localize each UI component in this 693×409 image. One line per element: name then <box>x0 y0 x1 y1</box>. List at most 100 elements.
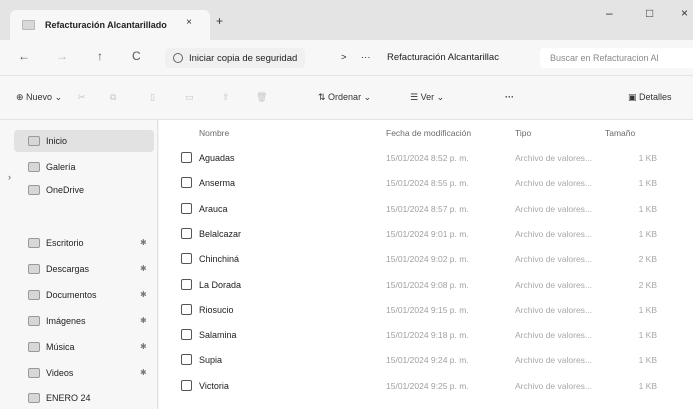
delete-icon[interactable]: 🗑 <box>256 92 267 103</box>
file-type: Archivo de valores... <box>515 153 593 163</box>
pin-icon: ✱ <box>140 290 147 299</box>
plus-circle-icon: ⊕ <box>16 92 27 102</box>
file-date: 15/01/2024 9:08 p. m. <box>386 279 469 290</box>
nav-item-descargas[interactable]: Descargas <box>28 264 89 274</box>
music-icon <box>28 342 40 352</box>
file-size: 1 KB <box>638 203 657 214</box>
file-date: 15/01/2024 8:55 p. m. <box>386 178 469 189</box>
file-date: 15/01/2024 8:57 p. m. <box>386 203 469 214</box>
file-name: Chinchiná <box>199 254 240 265</box>
nav-item-videos[interactable]: Videos <box>28 368 73 378</box>
rename-icon[interactable]: ▭ <box>185 92 194 103</box>
table-row[interactable]: Arauca 15/01/2024 8:57 p. m. Archivo de va… <box>159 197 693 222</box>
folder-icon <box>28 393 40 403</box>
config-file-icon <box>181 278 192 290</box>
table-row[interactable]: Supia 15/01/2024 9:24 p. m. Archivo de val… <box>159 348 693 373</box>
file-type: Archivo de valores... <box>515 254 593 265</box>
pin-icon: ✱ <box>140 368 147 377</box>
desktop-icon <box>28 238 40 248</box>
file-date: 15/01/2024 9:25 p. m. <box>386 380 469 391</box>
file-type: Archivo de valores... <box>515 380 593 391</box>
table-row[interactable]: Anserma 15/01/2024 8:55 p. m. Archivo de v… <box>159 171 693 196</box>
tab-refacturacion[interactable]: Refacturación Alcantarillado × <box>10 10 210 40</box>
minimize-button[interactable]: – <box>606 6 613 20</box>
nav-item-imagenes[interactable]: Imágenes <box>28 316 86 326</box>
backup-button[interactable]: Iniciar copia de seguridad <box>165 48 306 68</box>
new-button[interactable]: ⊕ Nuevo ⌄ <box>16 92 62 103</box>
table-row[interactable]: Victoria 15/01/2024 9:25 p. m. Archivo de … <box>159 374 693 399</box>
file-size: 1 KB <box>638 153 657 163</box>
more-options-button[interactable]: ··· <box>505 92 514 102</box>
file-size: 1 KB <box>638 228 657 239</box>
column-header-date[interactable]: Fecha de modificación <box>386 128 471 138</box>
file-name: La Dorada <box>199 279 242 290</box>
pin-icon: ✱ <box>140 316 147 325</box>
documents-icon <box>28 290 40 300</box>
details-pane-icon: ▣ <box>628 92 640 102</box>
close-tab-icon[interactable]: × <box>186 17 192 28</box>
nav-item-escritorio[interactable]: Escritorio <box>28 238 84 248</box>
config-file-icon <box>181 177 192 189</box>
copy-icon[interactable]: ⧉ <box>110 92 116 103</box>
table-row[interactable]: Riosucio 15/01/2024 9:15 p. m. Archivo de … <box>159 298 693 323</box>
breadcrumb-more[interactable]: ··· <box>361 52 371 63</box>
videos-icon <box>28 368 40 378</box>
file-size: 2 KB <box>638 254 657 265</box>
search-input[interactable]: Buscar en Refacturacion Al <box>540 48 693 68</box>
column-header-size[interactable]: Tamaño <box>605 128 635 138</box>
nav-item-galeria[interactable]: Galería <box>28 162 76 172</box>
forward-button[interactable]: → <box>56 49 68 63</box>
file-type: Archivo de valores... <box>515 203 593 214</box>
file-date: 15/01/2024 8:52 p. m. <box>386 153 469 163</box>
nav-item-inicio[interactable]: Inicio <box>28 136 67 146</box>
column-header-type[interactable]: Tipo <box>515 128 531 138</box>
file-name: Belalcazar <box>199 228 242 239</box>
navigation-pane: › Inicio Galería OneDrive Escritorio ✱ D… <box>0 120 158 409</box>
file-date: 15/01/2024 9:15 p. m. <box>386 304 469 315</box>
table-row[interactable]: Chinchiná 15/01/2024 9:02 p. m. Archivo de… <box>159 247 693 272</box>
expand-onedrive-chevron-icon[interactable]: › <box>8 172 11 182</box>
column-header-name[interactable]: Nombre <box>199 128 229 138</box>
pin-icon: ✱ <box>140 238 147 247</box>
home-icon <box>28 136 40 146</box>
file-date: 15/01/2024 9:18 p. m. <box>386 330 469 341</box>
sort-icon: ⇅ <box>318 92 329 102</box>
address-bar: ← → ↑ C Iniciar copia de seguridad > ···… <box>0 40 693 76</box>
file-name: Arauca <box>199 203 228 214</box>
up-button[interactable]: ↑ <box>97 49 103 63</box>
breadcrumb-separator: > <box>341 52 347 63</box>
share-icon[interactable]: ⇪ <box>222 92 230 103</box>
file-type: Archivo de valores... <box>515 304 593 315</box>
pictures-icon <box>28 316 40 326</box>
file-name: Anserma <box>199 178 236 189</box>
paste-icon[interactable]: ▯ <box>150 92 155 103</box>
new-tab-button[interactable]: + <box>216 14 223 28</box>
table-row[interactable]: La Dorada 15/01/2024 9:08 p. m. Archivo de… <box>159 273 693 298</box>
details-button[interactable]: ▣ Detalles <box>628 92 672 103</box>
config-file-icon <box>181 202 192 214</box>
file-name: Aguadas <box>199 153 235 163</box>
breadcrumb-current[interactable]: Refacturación Alcantarillac <box>387 52 499 63</box>
file-name: Supia <box>199 355 223 366</box>
view-button[interactable]: ☰ Ver ⌄ <box>410 92 444 103</box>
sort-button[interactable]: ⇅ Ordenar ⌄ <box>318 92 371 103</box>
back-button[interactable]: ← <box>18 49 30 63</box>
refresh-button[interactable]: C <box>132 49 141 63</box>
command-bar: ⊕ Nuevo ⌄ ✂ ⧉ ▯ ▭ ⇪ 🗑 ⇅ Ordenar ⌄ ☰ Ver … <box>0 76 693 120</box>
config-file-icon <box>181 379 192 391</box>
file-type: Archivo de valores... <box>515 228 593 239</box>
close-window-button[interactable]: × <box>681 6 688 20</box>
file-size: 1 KB <box>638 330 657 341</box>
table-row[interactable]: Belalcazar 15/01/2024 9:01 p. m. Archivo d… <box>159 222 693 247</box>
table-row[interactable]: Aguadas 15/01/2024 8:52 p. m. Archivo de v… <box>159 146 693 171</box>
cut-icon[interactable]: ✂ <box>78 92 86 103</box>
nav-item-musica[interactable]: Música <box>28 342 75 352</box>
maximize-button[interactable]: □ <box>646 6 653 20</box>
file-date: 15/01/2024 9:24 p. m. <box>386 355 469 366</box>
nav-item-enero-24[interactable]: ENERO 24 <box>28 393 91 403</box>
nav-item-documentos[interactable]: Documentos <box>28 290 97 300</box>
file-name: Victoria <box>199 380 229 391</box>
table-row[interactable]: Salamina 15/01/2024 9:18 p. m. Archivo de … <box>159 323 693 348</box>
config-file-icon <box>181 152 192 163</box>
nav-item-onedrive[interactable]: OneDrive <box>28 185 84 195</box>
